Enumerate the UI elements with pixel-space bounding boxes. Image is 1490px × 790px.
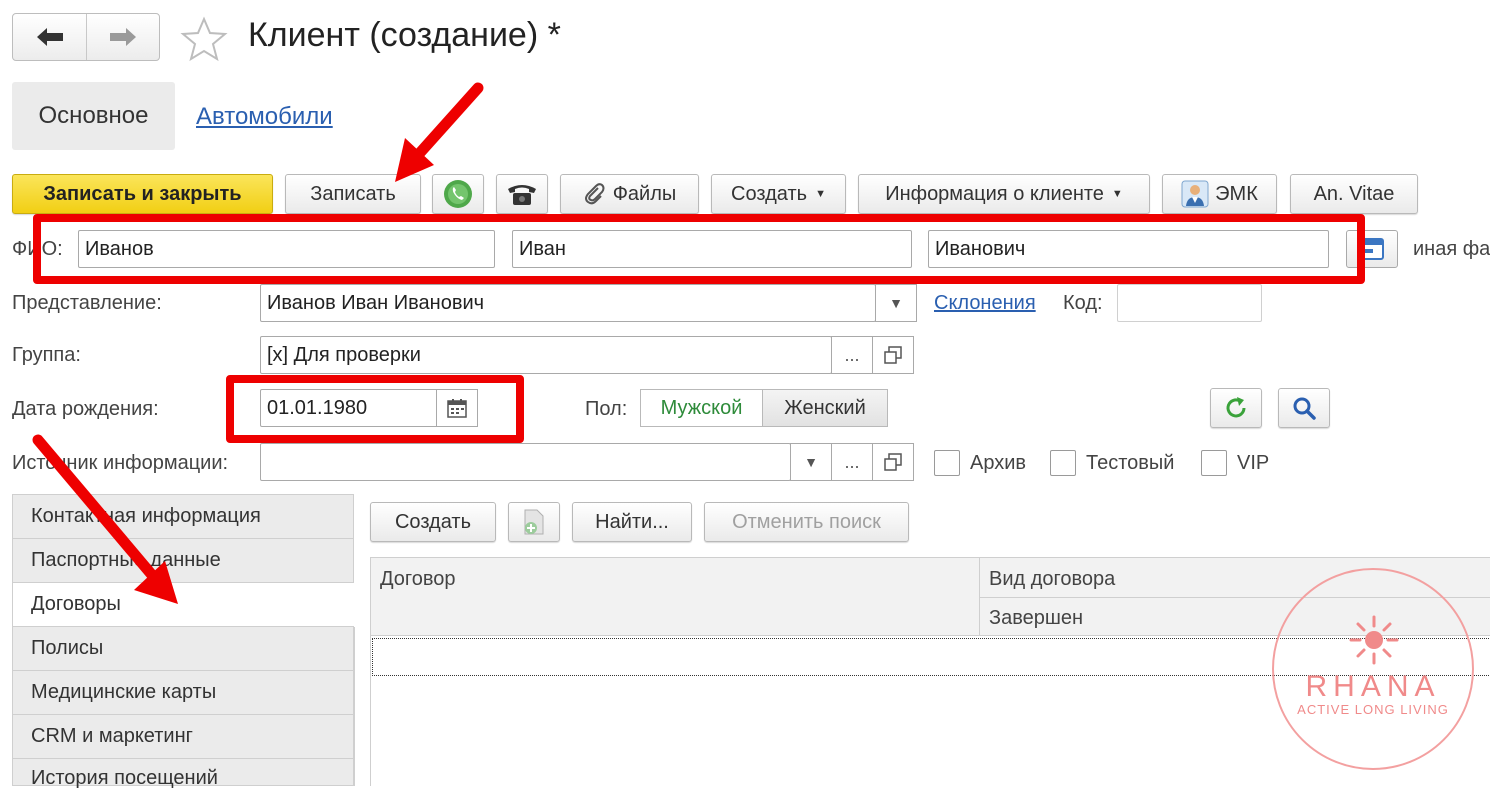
sun-logo-icon	[1349, 615, 1399, 665]
rhana-watermark: RHANA ACTIVE LONG LIVING	[1272, 568, 1474, 770]
arrow-to-save-icon	[395, 82, 484, 182]
annotation-arrows	[32, 82, 484, 604]
watermark-tagline: ACTIVE LONG LIVING	[1297, 702, 1449, 717]
arrow-to-contracts-icon	[32, 434, 178, 604]
watermark-brand: RHANA	[1305, 670, 1441, 703]
